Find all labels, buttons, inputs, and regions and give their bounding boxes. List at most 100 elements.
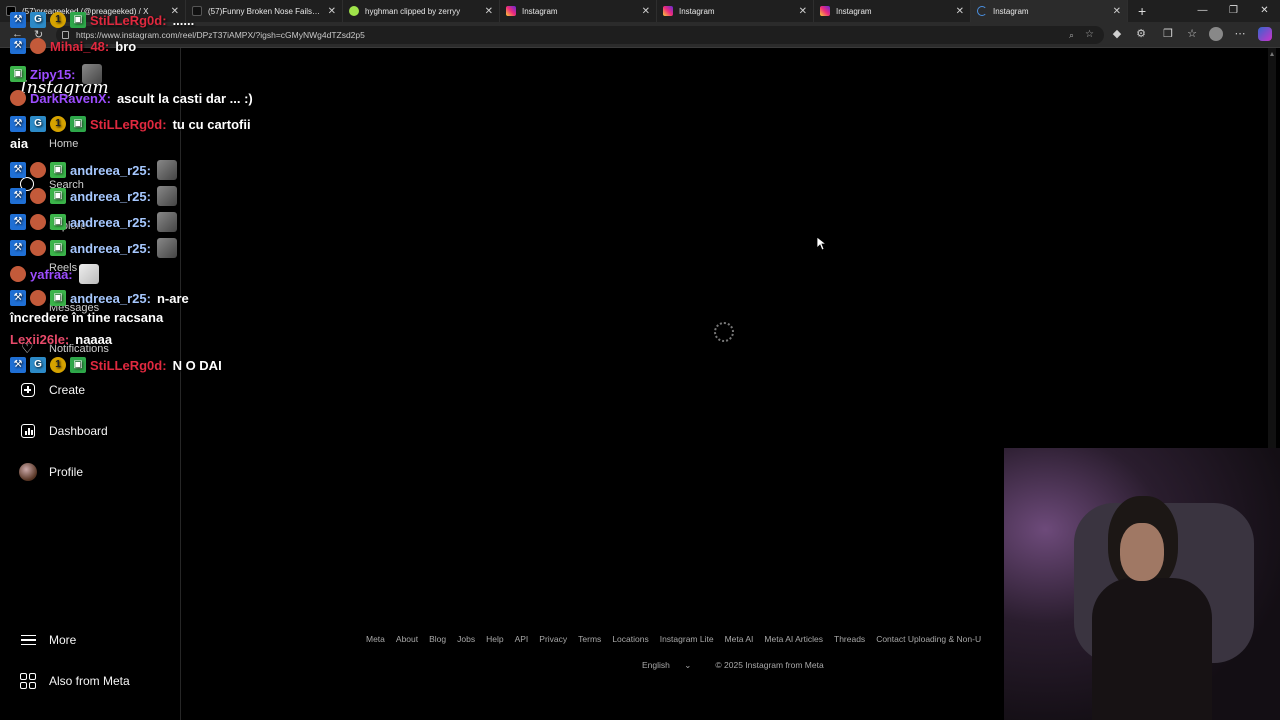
moderator-badge-icon: ⚒ [10, 188, 26, 204]
footer-link[interactable]: Locations [612, 634, 648, 644]
subscriber-badge-icon: G [30, 116, 46, 132]
streamer-body [1092, 578, 1212, 720]
gift-badge-icon: ▣ [50, 162, 66, 178]
menu-icon [18, 630, 38, 650]
close-icon[interactable]: ✕ [328, 6, 336, 17]
chat-username: Zipy15: [30, 66, 76, 82]
coin-badge-icon: 1 [50, 116, 66, 132]
tab-title: Instagram [522, 6, 558, 16]
cat-emote-icon [78, 264, 99, 284]
new-tab-button[interactable]: + [1128, 3, 1156, 19]
nav-label: Also from Meta [49, 674, 130, 688]
chat-message: yafraa: [10, 264, 99, 284]
close-icon[interactable]: ✕ [1113, 6, 1121, 17]
nav-dashboard[interactable]: Dashboard [18, 421, 108, 441]
footer-link[interactable]: Meta AI [725, 634, 754, 644]
moderator-badge-icon: ⚒ [10, 357, 26, 373]
footer-link[interactable]: API [515, 634, 529, 644]
gift-badge-icon: ▣ [50, 290, 66, 306]
extension-icon[interactable]: ◆ [1111, 28, 1123, 40]
gift-badge-icon: ▣ [70, 357, 86, 373]
footer-link[interactable]: Meta AI Articles [764, 634, 823, 644]
footer-link[interactable]: Help [486, 634, 503, 644]
footer-link[interactable]: Contact Uploading & Non-U [876, 634, 981, 644]
browser-tab[interactable]: (57)Funny Broken Nose Fails Con ✕ [186, 0, 343, 22]
split-screen-icon[interactable]: ❒ [1162, 28, 1174, 40]
profile-avatar-icon[interactable] [1209, 27, 1223, 41]
moderator-badge-icon: ⚒ [10, 12, 26, 28]
footer-link[interactable]: Instagram Lite [660, 634, 714, 644]
nav-more[interactable]: More [18, 630, 76, 650]
nav-home[interactable]: Home [49, 138, 78, 150]
footer-link[interactable]: Blog [429, 634, 446, 644]
close-icon[interactable]: ✕ [799, 6, 807, 17]
chat-message: ⚒ G 1 ▣ StiLLeRg0d: ...... [10, 12, 194, 28]
footer-link[interactable]: Jobs [457, 634, 475, 644]
clip-icon [349, 6, 359, 16]
chat-text: ...... [172, 12, 195, 28]
fox-badge-icon [30, 214, 46, 230]
browser-tab[interactable]: Instagram ✕ [814, 0, 971, 22]
chat-username: andreea_r25: [70, 162, 151, 178]
copilot-icon[interactable] [1258, 27, 1272, 41]
moderator-badge-icon: ⚒ [10, 162, 26, 178]
gift-badge-icon: ▣ [50, 214, 66, 230]
chat-text: tu cu cartofii [172, 116, 251, 132]
gift-badge-icon: ▣ [70, 116, 86, 132]
fox-badge-icon [30, 162, 46, 178]
nav-also-from-meta[interactable]: Also from Meta [18, 671, 130, 691]
chat-username: Mihai_48: [50, 38, 110, 54]
footer-link[interactable]: Privacy [539, 634, 567, 644]
puzzle-icon[interactable]: ⚙ [1135, 28, 1147, 40]
star-icon[interactable]: ☆ [1085, 26, 1094, 44]
streamer-face [1120, 523, 1164, 581]
close-icon[interactable]: ✕ [956, 6, 964, 17]
gift-badge-icon: ▣ [10, 66, 26, 82]
tab-title: hyghman clipped by zerryy [365, 6, 461, 16]
loading-spinner-icon [714, 322, 734, 342]
instagram-icon [663, 6, 673, 16]
chat-username: yafraa: [30, 266, 73, 282]
chat-username: andreea_r25: [70, 188, 151, 204]
restore-icon[interactable]: ❐ [1218, 0, 1249, 22]
window-controls: — ❐ ✕ [1187, 0, 1280, 22]
chat-message: ⚒ ▣ andreea_r25: [10, 186, 177, 206]
chat-text: bro [115, 38, 137, 54]
fox-badge-icon [30, 38, 46, 54]
moderator-badge-icon: ⚒ [10, 38, 26, 54]
minimize-icon[interactable]: — [1187, 0, 1218, 22]
close-icon[interactable]: ✕ [485, 6, 493, 17]
zoom-icon[interactable]: ⌕ [1069, 26, 1074, 44]
more-options-icon[interactable]: ⋯ [1234, 28, 1246, 40]
browser-tab-active[interactable]: Instagram ✕ [971, 0, 1128, 22]
nav-profile[interactable]: Profile [18, 462, 83, 482]
moderator-badge-icon: ⚒ [10, 214, 26, 230]
chat-username: StiLLeRg0d: [90, 116, 167, 132]
loading-icon [977, 6, 987, 16]
fox-badge-icon [10, 266, 26, 282]
copyright: © 2025 Instagram from Meta [715, 660, 824, 670]
chat-text: aia [10, 136, 29, 151]
url-input[interactable]: https://www.instagram.com/reel/DPzT37iAM… [56, 26, 1104, 44]
close-window-icon[interactable]: ✕ [1249, 0, 1280, 22]
fox-badge-icon [30, 290, 46, 306]
browser-tab[interactable]: Instagram ✕ [657, 0, 814, 22]
moderator-badge-icon: ⚒ [10, 240, 26, 256]
footer-link[interactable]: Meta [366, 634, 385, 644]
nav-label: Dashboard [49, 424, 108, 438]
close-icon[interactable]: ✕ [642, 6, 650, 17]
subscriber-badge-icon: G [30, 357, 46, 373]
browser-tab[interactable]: hyghman clipped by zerryy ✕ [343, 0, 500, 22]
subscriber-badge-icon: G [30, 12, 46, 28]
browser-tab[interactable]: Instagram ✕ [500, 0, 657, 22]
chat-text: încredere în tine racsana [10, 310, 164, 325]
language-select[interactable]: English ⌄ [642, 660, 703, 671]
chat-text: ascult la casti dar ... :) [116, 90, 253, 106]
nav-create[interactable]: Create [18, 380, 85, 400]
footer-link[interactable]: Threads [834, 634, 865, 644]
chat-message-continuation: aia [10, 136, 28, 151]
footer-link[interactable]: Terms [578, 634, 601, 644]
footer-link[interactable]: About [396, 634, 418, 644]
chat-username: StiLLeRg0d: [90, 357, 167, 373]
favorites-icon[interactable]: ☆ [1186, 28, 1198, 40]
